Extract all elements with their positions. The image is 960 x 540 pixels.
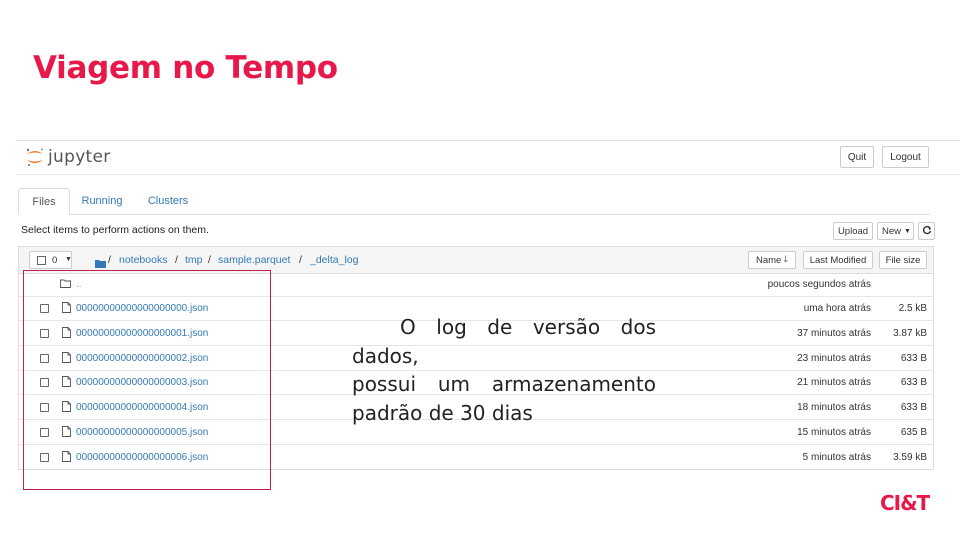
tab-bar: Files Running Clusters — [18, 188, 930, 215]
annotation-line: padrão de 30 dias — [352, 400, 533, 425]
arrow-down-icon: 🡓 — [783, 254, 789, 264]
file-size: 633 B — [900, 377, 927, 389]
file-size: 2.5 kB — [898, 303, 927, 314]
actions-hint: Select items to perform actions on them. — [21, 224, 209, 236]
modified-time: uma hora atrás — [803, 303, 871, 314]
modified-time: 18 minutos atrás — [797, 402, 871, 414]
modified-time: 5 minutos atrás — [802, 451, 871, 463]
select-all-checkbox[interactable] — [37, 256, 46, 265]
caret-down-icon: ▼ — [65, 256, 72, 263]
file-size: 633 B — [900, 402, 927, 414]
modified-time: poucos segundos atrás — [767, 279, 871, 290]
breadcrumb-separator: / — [108, 254, 111, 266]
jupyter-logo[interactable]: jupyter — [25, 147, 111, 167]
modified-time: 15 minutos atrás — [797, 427, 871, 438]
jupyter-logo-icon — [25, 147, 45, 167]
file-size: 3.87 kB — [893, 327, 927, 339]
select-all-dropdown[interactable]: 0 ▼ — [29, 251, 72, 269]
file-size: 635 B — [900, 427, 927, 438]
modified-time: 23 minutos atrás — [797, 352, 871, 364]
annotation-line: possui um armazenamento — [352, 372, 656, 396]
brand-logo: CI&T — [880, 491, 930, 515]
tab-files[interactable]: Files — [18, 188, 70, 215]
refresh-icon — [922, 225, 932, 238]
tab-running[interactable]: Running — [77, 188, 127, 214]
sort-by-name-button[interactable]: Name 🡓 — [748, 251, 796, 269]
annotation-text: O log de versão dos dados, possui um arm… — [304, 313, 656, 427]
modified-time: 21 minutos atrás — [797, 377, 871, 389]
jupyter-wordmark: jupyter — [48, 147, 111, 167]
upload-button[interactable]: Upload — [833, 222, 873, 240]
file-size: 633 B — [900, 352, 927, 364]
highlight-box — [23, 270, 271, 490]
breadcrumb-notebooks[interactable]: notebooks — [119, 254, 167, 266]
logout-button[interactable]: Logout — [882, 146, 929, 168]
sort-name-label: Name — [755, 254, 782, 266]
new-label: New — [882, 225, 902, 237]
caret-down-icon: ▼ — [904, 227, 911, 235]
modified-time: 37 minutos atrás — [797, 327, 871, 339]
breadcrumb-separator: / — [208, 254, 211, 266]
slide-title: Viagem no Tempo — [33, 50, 338, 86]
annotation-line: O log de versão dos dados, — [352, 315, 656, 368]
breadcrumb-tmp[interactable]: tmp — [185, 254, 203, 266]
breadcrumb-separator: / — [299, 254, 302, 266]
breadcrumb-delta-log[interactable]: _delta_log — [310, 254, 358, 266]
file-size: 3.59 kB — [893, 451, 927, 463]
breadcrumb-sample-parquet[interactable]: sample.parquet — [218, 254, 290, 266]
selected-count: 0 — [52, 255, 58, 266]
breadcrumb-separator: / — [175, 254, 178, 266]
quit-button[interactable]: Quit — [840, 146, 874, 168]
sort-last-modified-button[interactable]: Last Modified — [803, 251, 873, 269]
new-dropdown[interactable]: New ▼ — [877, 222, 914, 240]
sort-file-size-button[interactable]: File size — [879, 251, 927, 269]
jupyter-header: jupyter Quit Logout — [16, 141, 960, 175]
tab-clusters[interactable]: Clusters — [142, 188, 194, 214]
refresh-button[interactable] — [918, 222, 935, 240]
